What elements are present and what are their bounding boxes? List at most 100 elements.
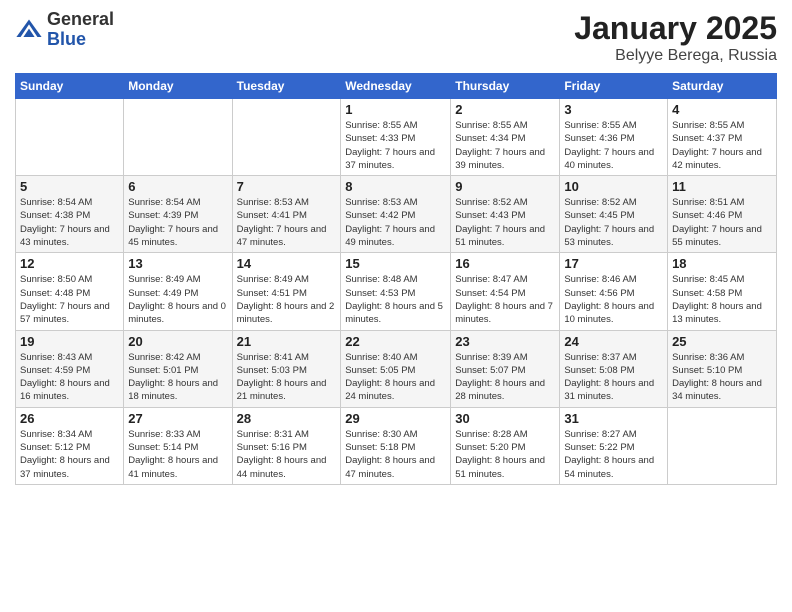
calendar-header-row: SundayMondayTuesdayWednesdayThursdayFrid… bbox=[16, 74, 777, 99]
day-number: 28 bbox=[237, 411, 337, 426]
day-info: Sunrise: 8:54 AM Sunset: 4:38 PM Dayligh… bbox=[20, 196, 119, 249]
calendar-cell: 21Sunrise: 8:41 AM Sunset: 5:03 PM Dayli… bbox=[232, 330, 341, 407]
day-info: Sunrise: 8:48 AM Sunset: 4:53 PM Dayligh… bbox=[345, 273, 446, 326]
day-number: 2 bbox=[455, 102, 555, 117]
weekday-header: Tuesday bbox=[232, 74, 341, 99]
day-info: Sunrise: 8:53 AM Sunset: 4:41 PM Dayligh… bbox=[237, 196, 337, 249]
day-number: 26 bbox=[20, 411, 119, 426]
calendar-cell bbox=[668, 407, 777, 484]
calendar-cell: 27 Sunrise: 8:33 AM Sunset: 5:14 PM Dayli… bbox=[124, 407, 232, 484]
day-info: Sunrise: 8:30 AM Sunset: 5:18 PM Dayligh… bbox=[345, 428, 446, 481]
logo-blue-text: Blue bbox=[47, 30, 114, 50]
calendar-cell: 28 Sunrise: 8:31 AM Sunset: 5:16 PM Dayli… bbox=[232, 407, 341, 484]
day-info: Sunrise: 8:53 AM Sunset: 4:42 PM Dayligh… bbox=[345, 196, 446, 249]
page: General Blue January 2025 Belyye Berega,… bbox=[0, 0, 792, 612]
day-number: 22 bbox=[345, 334, 446, 349]
logo-text: General Blue bbox=[47, 10, 114, 50]
day-info: Sunrise: 8:33 AM Sunset: 5:14 PM Dayligh… bbox=[128, 428, 227, 481]
day-number: 30 bbox=[455, 411, 555, 426]
day-info: Sunrise: 8:46 AM Sunset: 4:56 PM Dayligh… bbox=[564, 273, 663, 326]
calendar-cell: 16Sunrise: 8:47 AM Sunset: 4:54 PM Dayli… bbox=[451, 253, 560, 330]
day-number: 4 bbox=[672, 102, 772, 117]
calendar-cell: 23Sunrise: 8:39 AM Sunset: 5:07 PM Dayli… bbox=[451, 330, 560, 407]
title-block: January 2025 Belyye Berega, Russia bbox=[574, 10, 777, 65]
day-info: Sunrise: 8:51 AM Sunset: 4:46 PM Dayligh… bbox=[672, 196, 772, 249]
day-info: Sunrise: 8:28 AM Sunset: 5:20 PM Dayligh… bbox=[455, 428, 555, 481]
calendar-cell: 14 Sunrise: 8:49 AM Sunset: 4:51 PM Dayli… bbox=[232, 253, 341, 330]
calendar-cell: 1Sunrise: 8:55 AM Sunset: 4:33 PM Daylig… bbox=[341, 99, 451, 176]
calendar-week-row: 19 Sunrise: 8:43 AM Sunset: 4:59 PM Dayli… bbox=[16, 330, 777, 407]
day-number: 7 bbox=[237, 179, 337, 194]
day-info: Sunrise: 8:52 AM Sunset: 4:43 PM Dayligh… bbox=[455, 196, 555, 249]
calendar-cell: 13 Sunrise: 8:49 AM Sunset: 4:49 PM Dayli… bbox=[124, 253, 232, 330]
day-info: Sunrise: 8:43 AM Sunset: 4:59 PM Dayligh… bbox=[20, 351, 119, 404]
calendar-cell: 29 Sunrise: 8:30 AM Sunset: 5:18 PM Dayli… bbox=[341, 407, 451, 484]
calendar-week-row: 5 Sunrise: 8:54 AM Sunset: 4:38 PM Daylig… bbox=[16, 176, 777, 253]
day-number: 1 bbox=[345, 102, 446, 117]
calendar-cell: 8 Sunrise: 8:53 AM Sunset: 4:42 PM Daylig… bbox=[341, 176, 451, 253]
day-number: 11 bbox=[672, 179, 772, 194]
day-number: 15 bbox=[345, 256, 446, 271]
day-number: 13 bbox=[128, 256, 227, 271]
day-info: Sunrise: 8:37 AM Sunset: 5:08 PM Dayligh… bbox=[564, 351, 663, 404]
day-number: 31 bbox=[564, 411, 663, 426]
weekday-header: Thursday bbox=[451, 74, 560, 99]
day-info: Sunrise: 8:52 AM Sunset: 4:45 PM Dayligh… bbox=[564, 196, 663, 249]
header: General Blue January 2025 Belyye Berega,… bbox=[15, 10, 777, 65]
day-info: Sunrise: 8:50 AM Sunset: 4:48 PM Dayligh… bbox=[20, 273, 119, 326]
day-number: 8 bbox=[345, 179, 446, 194]
calendar-cell: 26 Sunrise: 8:34 AM Sunset: 5:12 PM Dayli… bbox=[16, 407, 124, 484]
calendar-cell: 10 Sunrise: 8:52 AM Sunset: 4:45 PM Dayli… bbox=[560, 176, 668, 253]
day-number: 14 bbox=[237, 256, 337, 271]
month-title: January 2025 bbox=[574, 10, 777, 47]
day-number: 29 bbox=[345, 411, 446, 426]
calendar-cell bbox=[232, 99, 341, 176]
day-number: 12 bbox=[20, 256, 119, 271]
weekday-header: Sunday bbox=[16, 74, 124, 99]
weekday-header: Wednesday bbox=[341, 74, 451, 99]
calendar-week-row: 12 Sunrise: 8:50 AM Sunset: 4:48 PM Dayli… bbox=[16, 253, 777, 330]
calendar-week-row: 26 Sunrise: 8:34 AM Sunset: 5:12 PM Dayli… bbox=[16, 407, 777, 484]
day-info: Sunrise: 8:34 AM Sunset: 5:12 PM Dayligh… bbox=[20, 428, 119, 481]
calendar-cell: 20Sunrise: 8:42 AM Sunset: 5:01 PM Dayli… bbox=[124, 330, 232, 407]
calendar-cell: 30 Sunrise: 8:28 AM Sunset: 5:20 PM Dayli… bbox=[451, 407, 560, 484]
calendar-cell: 7 Sunrise: 8:53 AM Sunset: 4:41 PM Daylig… bbox=[232, 176, 341, 253]
day-info: Sunrise: 8:49 AM Sunset: 4:49 PM Dayligh… bbox=[128, 273, 227, 326]
calendar-cell: 6Sunrise: 8:54 AM Sunset: 4:39 PM Daylig… bbox=[124, 176, 232, 253]
calendar-cell: 4 Sunrise: 8:55 AM Sunset: 4:37 PM Daylig… bbox=[668, 99, 777, 176]
day-number: 20 bbox=[128, 334, 227, 349]
logo-general-text: General bbox=[47, 10, 114, 30]
day-number: 5 bbox=[20, 179, 119, 194]
day-number: 3 bbox=[564, 102, 663, 117]
day-info: Sunrise: 8:55 AM Sunset: 4:37 PM Dayligh… bbox=[672, 119, 772, 172]
calendar-cell: 2 Sunrise: 8:55 AM Sunset: 4:34 PM Daylig… bbox=[451, 99, 560, 176]
logo-icon bbox=[15, 16, 43, 44]
day-number: 19 bbox=[20, 334, 119, 349]
weekday-header: Friday bbox=[560, 74, 668, 99]
calendar-cell: 25Sunrise: 8:36 AM Sunset: 5:10 PM Dayli… bbox=[668, 330, 777, 407]
day-info: Sunrise: 8:49 AM Sunset: 4:51 PM Dayligh… bbox=[237, 273, 337, 326]
location-title: Belyye Berega, Russia bbox=[574, 47, 777, 65]
day-info: Sunrise: 8:55 AM Sunset: 4:36 PM Dayligh… bbox=[564, 119, 663, 172]
day-info: Sunrise: 8:31 AM Sunset: 5:16 PM Dayligh… bbox=[237, 428, 337, 481]
day-info: Sunrise: 8:47 AM Sunset: 4:54 PM Dayligh… bbox=[455, 273, 555, 326]
weekday-header: Monday bbox=[124, 74, 232, 99]
day-number: 17 bbox=[564, 256, 663, 271]
day-number: 25 bbox=[672, 334, 772, 349]
calendar-cell: 19 Sunrise: 8:43 AM Sunset: 4:59 PM Dayli… bbox=[16, 330, 124, 407]
day-number: 23 bbox=[455, 334, 555, 349]
day-number: 10 bbox=[564, 179, 663, 194]
calendar-cell bbox=[16, 99, 124, 176]
day-info: Sunrise: 8:41 AM Sunset: 5:03 PM Dayligh… bbox=[237, 351, 337, 404]
day-number: 27 bbox=[128, 411, 227, 426]
day-info: Sunrise: 8:40 AM Sunset: 5:05 PM Dayligh… bbox=[345, 351, 446, 404]
calendar-cell bbox=[124, 99, 232, 176]
day-number: 18 bbox=[672, 256, 772, 271]
calendar-cell: 24Sunrise: 8:37 AM Sunset: 5:08 PM Dayli… bbox=[560, 330, 668, 407]
calendar: SundayMondayTuesdayWednesdayThursdayFrid… bbox=[15, 73, 777, 485]
day-info: Sunrise: 8:55 AM Sunset: 4:34 PM Dayligh… bbox=[455, 119, 555, 172]
day-info: Sunrise: 8:27 AM Sunset: 5:22 PM Dayligh… bbox=[564, 428, 663, 481]
calendar-cell: 12 Sunrise: 8:50 AM Sunset: 4:48 PM Dayli… bbox=[16, 253, 124, 330]
day-number: 9 bbox=[455, 179, 555, 194]
calendar-cell: 18Sunrise: 8:45 AM Sunset: 4:58 PM Dayli… bbox=[668, 253, 777, 330]
